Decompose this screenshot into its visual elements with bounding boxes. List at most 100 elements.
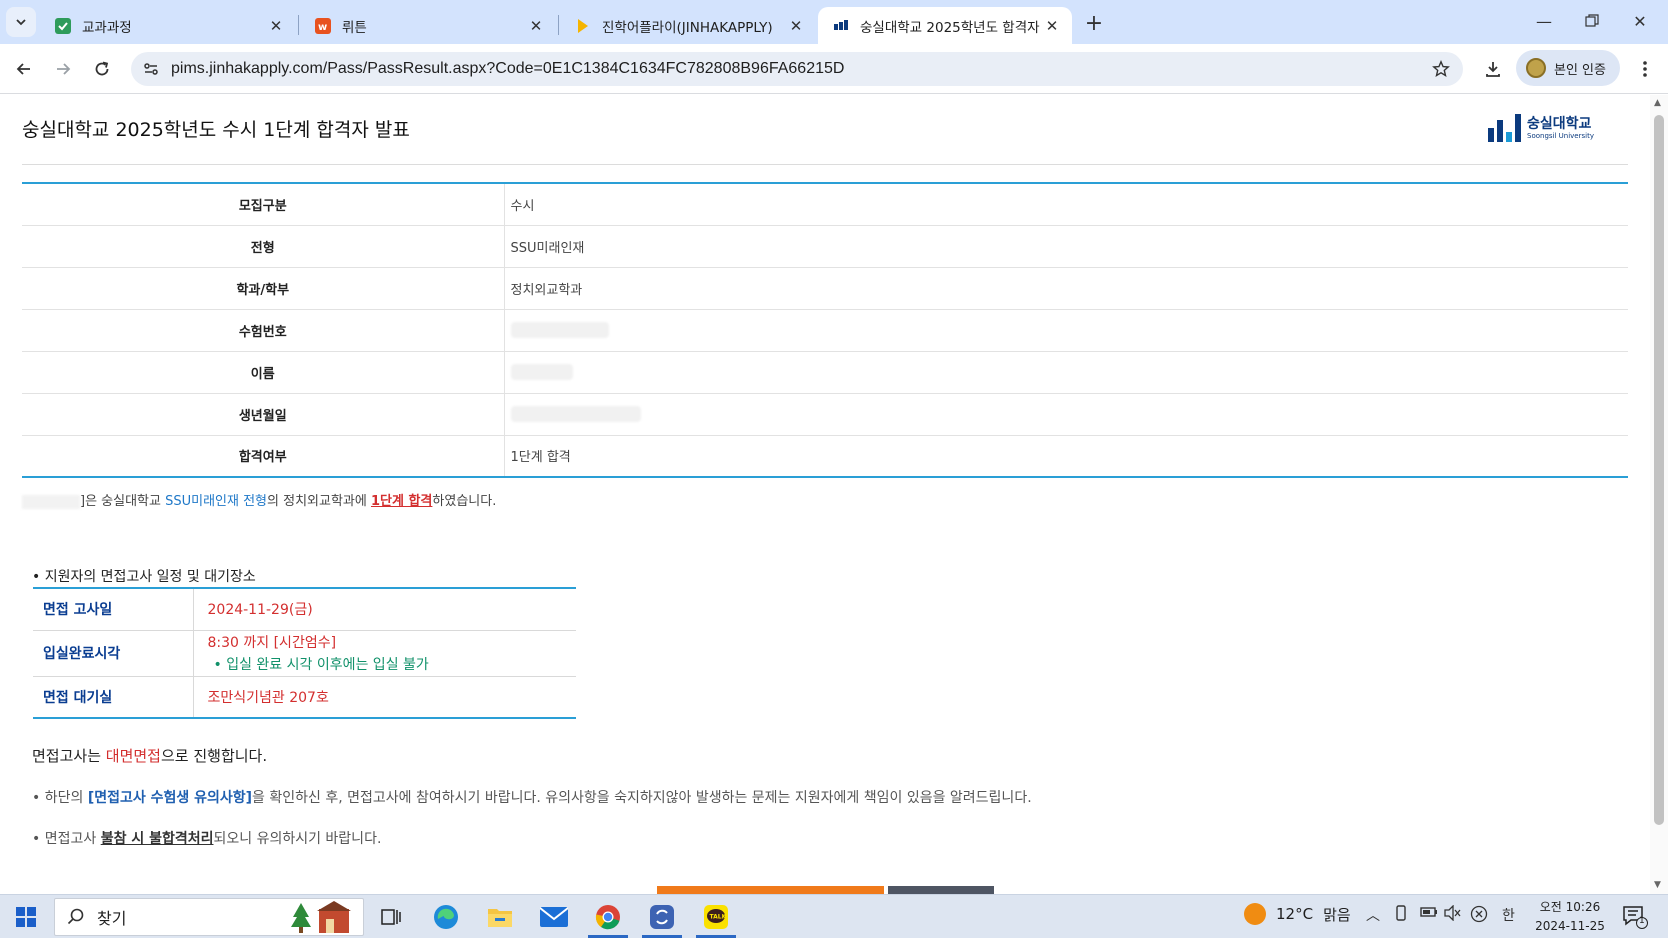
redacted-block: [510, 364, 573, 380]
edge-icon: [434, 905, 458, 929]
back-arrow-icon: [16, 63, 30, 75]
kakaotalk-button[interactable]: TALK: [696, 899, 736, 938]
row-label: 모집구분: [22, 183, 505, 226]
tab-search-button[interactable]: [6, 7, 36, 37]
scroll-down-icon[interactable]: ▼: [1654, 880, 1661, 890]
speaker-muted-icon[interactable]: [1444, 904, 1462, 925]
soongsil-logo-icon: [1488, 114, 1521, 142]
notice-text: 을 확인하신 후, 면접고사에 참여하시기 바랍니다. 유의사항을 숙지하지않아…: [252, 790, 1032, 806]
edge-button[interactable]: [426, 899, 466, 935]
schedule-table: 면접 고사일 2024-11-29(금) 입실완료시각 8:30 까지 [시간엄…: [33, 587, 576, 719]
divider: [22, 164, 1628, 165]
tab-wrtn[interactable]: w 뤼튼 ✕: [300, 7, 556, 44]
table-row: 합격여부 1단계 합격: [22, 435, 1628, 477]
browser-menu-button[interactable]: [1630, 54, 1660, 84]
seal-icon: [1526, 58, 1546, 78]
address-bar[interactable]: pims.jinhakapply.com/Pass/PassResult.asp…: [131, 52, 1463, 86]
redacted-block: [510, 406, 641, 422]
close-tab-icon[interactable]: ✕: [266, 16, 286, 36]
app-button[interactable]: [642, 899, 682, 938]
close-tab-icon[interactable]: ✕: [786, 16, 806, 36]
scroll-thumb[interactable]: [1654, 115, 1664, 825]
battery-icon[interactable]: [1420, 905, 1438, 923]
device-icon[interactable]: [1394, 905, 1408, 925]
ime-indicator[interactable]: 한: [1502, 905, 1515, 925]
taskbar-search[interactable]: 찾기: [54, 898, 364, 936]
result-table: 모집구분 수시 전형 SSU미래인재 학과/학부 정치외교학과 수험번호 이름 …: [22, 182, 1628, 478]
logo-korean-text: 숭실대학교: [1527, 115, 1592, 132]
mail-button[interactable]: [534, 899, 574, 935]
chevron-down-icon: [16, 19, 26, 26]
task-view-button[interactable]: [371, 899, 411, 935]
close-icon: ✕: [1633, 11, 1647, 31]
file-explorer-button[interactable]: [480, 899, 520, 935]
tab-curriculum[interactable]: 교과과정 ✕: [40, 7, 296, 44]
close-tab-icon[interactable]: ✕: [526, 16, 546, 36]
schedule-value: 2024-11-29(금): [193, 588, 576, 631]
forward-button[interactable]: [48, 54, 78, 84]
jinhak-favicon-icon: [574, 17, 592, 35]
row-label: 이름: [22, 351, 505, 394]
scroll-up-icon[interactable]: ▲: [1654, 98, 1661, 108]
clock-date: 2024-11-25: [1535, 919, 1605, 933]
notification-center-button[interactable]: 1: [1622, 905, 1648, 929]
restore-icon: [1585, 14, 1599, 27]
network-off-icon[interactable]: [1470, 905, 1488, 927]
row-value: 1단계 합격: [510, 450, 571, 466]
schedule-label: 면접 고사일: [33, 588, 194, 631]
minimize-icon: —: [1536, 11, 1552, 31]
table-row: 입실완료시각 8:30 까지 [시간엄수] • 입실 완료 시각 이후에는 입실…: [33, 630, 576, 677]
weather-widget[interactable]: 12°C 맑음: [1244, 903, 1351, 925]
app-icon: [650, 905, 674, 929]
table-row: 학과/학부 정치외교학과: [22, 267, 1628, 310]
restore-button[interactable]: [1568, 0, 1616, 42]
schedule-label: 면접 대기실: [33, 676, 194, 718]
close-window-button[interactable]: ✕: [1616, 0, 1664, 42]
reload-button[interactable]: [87, 54, 117, 84]
close-tab-icon[interactable]: ✕: [1042, 16, 1062, 36]
table-row: 면접 대기실 조만식기념관 207호: [33, 676, 576, 718]
url-text: pims.jinhakapply.com/Pass/PassResult.asp…: [171, 60, 845, 77]
new-tab-button[interactable]: +: [1080, 9, 1108, 37]
precautions-notice: • 하단의 [면접고사 수험생 유의사항]을 확인하신 후, 면접고사에 참여하…: [32, 787, 1032, 807]
row-value-redacted: [504, 393, 1628, 436]
tab-soongsil-result[interactable]: 숭실대학교 2025학년도 합격자 ✕: [818, 7, 1072, 44]
chevron-up-icon[interactable]: ︿: [1366, 905, 1380, 925]
gray-action-button[interactable]: [888, 886, 994, 894]
task-view-icon: [381, 909, 401, 925]
identity-verify-chip[interactable]: 본인 인증: [1516, 50, 1620, 86]
schedule-note: • 입실 완료 시각 이후에는 입실 불가: [213, 657, 429, 673]
kakaotalk-icon: TALK: [704, 905, 728, 929]
orange-action-button[interactable]: [657, 886, 884, 894]
row-value: SSU미래인재: [504, 225, 1628, 268]
reload-icon: [95, 61, 109, 76]
notice-text: • 면접고사: [32, 831, 101, 847]
back-button[interactable]: [9, 54, 39, 84]
summary-track: SSU미래인재 전형: [165, 494, 268, 509]
browser-toolbar: pims.jinhakapply.com/Pass/PassResult.asp…: [0, 44, 1668, 94]
notice-text: 면접고사는: [32, 747, 106, 765]
system-clock[interactable]: 오전 10:26 2024-11-25: [1530, 898, 1610, 936]
row-label: 수험번호: [22, 309, 505, 352]
site-settings-icon[interactable]: [139, 57, 163, 81]
redacted-name: [22, 494, 80, 509]
row-value: 수시: [504, 183, 1628, 226]
schedule-heading: • 지원자의 면접고사 일정 및 대기장소: [32, 569, 256, 585]
row-label: 생년월일: [22, 393, 505, 436]
bookmark-star-icon[interactable]: [1429, 57, 1453, 81]
table-row: 이름: [22, 351, 1628, 394]
row-label: 전형: [22, 225, 505, 268]
interview-mode-notice: 면접고사는 대면면접으로 진행합니다.: [32, 745, 267, 766]
downloads-button[interactable]: [1478, 54, 1508, 84]
search-icon: [67, 908, 84, 925]
svg-text:w: w: [318, 22, 327, 33]
precautions-link[interactable]: [면접고사 수험생 유의사항]: [88, 790, 252, 806]
chrome-button[interactable]: [588, 899, 628, 938]
table-row: 전형 SSU미래인재: [22, 225, 1628, 268]
vertical-scrollbar[interactable]: ▲ ▼: [1650, 95, 1668, 894]
tab-title: 숭실대학교 2025학년도 합격자: [860, 19, 1040, 36]
minimize-button[interactable]: —: [1520, 0, 1568, 42]
windows-start-button[interactable]: [6, 899, 46, 935]
tab-jinhakapply[interactable]: 진학어플라이(JINHAKAPPLY) ✕: [560, 7, 816, 44]
tab-title: 진학어플라이(JINHAKAPPLY): [602, 19, 773, 36]
